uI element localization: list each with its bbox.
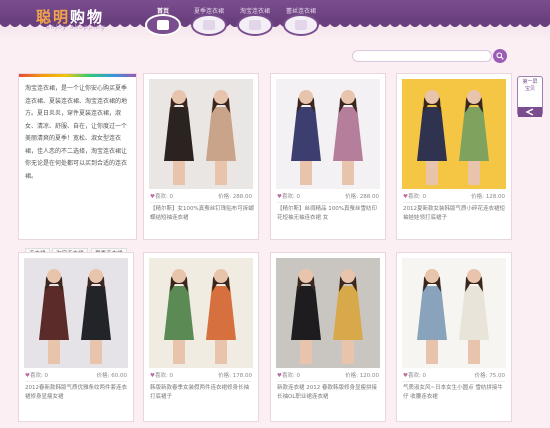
- shopping-bag-icon: [157, 20, 169, 30]
- back-to-top-label: 第一屏 宝贝: [522, 79, 538, 92]
- price-label: 价格: 128.00: [471, 194, 505, 200]
- divider: [277, 202, 379, 203]
- product-title[interactable]: 气质淑女风~日本女生小圆点 雪纺拼接牛仔 收腰连衣裙: [403, 384, 507, 402]
- model-photo: [164, 269, 236, 364]
- product-stats: ♥喜欢: 0 价格: 288.00: [277, 192, 379, 202]
- price-label: 价格: 75.00: [474, 373, 505, 379]
- divider: [277, 381, 379, 382]
- product-image[interactable]: [276, 79, 380, 189]
- price-label: 价格: 120.00: [345, 373, 379, 379]
- nav-item-taobao-dress[interactable]: 淘宝连衣裙: [235, 0, 275, 36]
- model-photo: [39, 269, 111, 364]
- product-title[interactable]: 2012夏新款女装韩版气质小碎花连衣裙短袖娃娃领打底裙子: [403, 205, 507, 223]
- product-card[interactable]: ♥喜欢: 0 价格: 178.00 韩版新款春季女装假两件连衣裙修身长袖打底裙子: [143, 252, 259, 422]
- product-card[interactable]: ♥喜欢: 0 价格: 120.00 新款连衣裙 2012 春款韩版修身显瘦拼接长…: [270, 252, 386, 422]
- divider: [403, 202, 505, 203]
- price-label: 价格: 178.00: [218, 373, 252, 379]
- product-card[interactable]: ♥喜欢: 0 价格: 288.00 【精尔斯】丝绸精品 100%真蚕丝雪纺印花短…: [270, 73, 386, 240]
- divider: [25, 381, 127, 382]
- likes-count[interactable]: ♥喜欢: 0: [150, 371, 173, 379]
- model-photo: [164, 90, 236, 185]
- intro-color-bar: [19, 74, 136, 77]
- price-label: 价格: 288.00: [345, 194, 379, 200]
- product-image[interactable]: [402, 79, 506, 189]
- likes-count[interactable]: ♥喜欢: 0: [277, 371, 300, 379]
- model-photo: [417, 90, 489, 185]
- divider: [150, 202, 252, 203]
- product-title[interactable]: 【精尔斯】女100%真蚕丝钉珠贴布可拆蝴蝶结短袖连衣裙: [150, 205, 254, 223]
- likes-count[interactable]: ♥喜欢: 0: [277, 192, 300, 200]
- likes-count[interactable]: ♥喜欢: 0: [403, 371, 426, 379]
- product-image[interactable]: [402, 258, 506, 368]
- product-image[interactable]: [276, 258, 380, 368]
- shopping-bag-icon: [249, 20, 261, 30]
- intro-box: 淘宝连衣裙，是一个让你安心购买夏季连衣裙、夏装连衣裙、淘宝连衣裙的地方。夏日炎炎…: [18, 73, 137, 260]
- product-image[interactable]: [24, 258, 128, 368]
- divider: [403, 381, 505, 382]
- search-input[interactable]: [352, 50, 492, 62]
- product-title[interactable]: 新款连衣裙 2012 春款韩版修身显瘦拼接长袖OL职业裙连衣裙: [277, 384, 381, 402]
- product-card[interactable]: ♥喜欢: 0 价格: 128.00 2012夏新款女装韩版气质小碎花连衣裙短袖娃…: [396, 73, 512, 240]
- product-stats: ♥喜欢: 0 价格: 128.00: [403, 192, 505, 202]
- nav-item-home[interactable]: 首页: [143, 0, 183, 36]
- product-stats: ♥喜欢: 0 价格: 60.00: [25, 371, 127, 381]
- likes-count[interactable]: ♥喜欢: 0: [25, 371, 48, 379]
- product-stats: ♥喜欢: 0 价格: 178.00: [150, 371, 252, 381]
- product-card[interactable]: ♥喜欢: 0 价格: 288.00 【精尔斯】女100%真蚕丝钉珠贴布可拆蝴蝶结…: [143, 73, 259, 240]
- shopping-bag-icon: [203, 20, 215, 30]
- shopping-bag-icon: [295, 20, 307, 30]
- model-photo: [291, 269, 363, 364]
- nav-item-summer-dress[interactable]: 夏季连衣裙: [189, 0, 229, 36]
- product-title[interactable]: 韩版新款春季女装假两件连衣裙修身长袖打底裙子: [150, 384, 254, 402]
- product-title[interactable]: 【精尔斯】丝绸精品 100%真蚕丝雪纺印花短袖无袖连衣裙 女: [277, 205, 381, 223]
- nav-circle: [283, 14, 319, 36]
- product-card[interactable]: ♥喜欢: 0 价格: 75.00 气质淑女风~日本女生小圆点 雪纺拼接牛仔 收腰…: [396, 252, 512, 422]
- nav-circle: [145, 14, 181, 36]
- intro-text: 淘宝连衣裙，是一个让你安心购买夏季连衣裙、夏装连衣裙、淘宝连衣裙的地方。夏日炎炎…: [25, 85, 128, 180]
- product-stats: ♥喜欢: 0 价格: 120.00: [277, 371, 379, 381]
- price-label: 价格: 60.00: [96, 373, 127, 379]
- back-to-top-button[interactable]: 第一屏 宝贝: [517, 76, 543, 117]
- arrow-left-icon: [518, 107, 542, 117]
- logo-subtitle: enjoy shopping: [46, 24, 106, 31]
- search-icon: [496, 52, 504, 60]
- product-stats: ♥喜欢: 0 价格: 75.00: [403, 371, 505, 381]
- header: 聪明购物 enjoy shopping 首页 夏季连衣裙 淘宝连衣裙 蕾丝连衣裙: [0, 0, 550, 40]
- price-label: 价格: 288.00: [218, 194, 252, 200]
- product-stats: ♥喜欢: 0 价格: 288.00: [150, 192, 252, 202]
- search-button[interactable]: [493, 49, 507, 63]
- model-photo: [291, 90, 363, 185]
- product-image[interactable]: [149, 258, 253, 368]
- nav-circle: [191, 14, 227, 36]
- product-title[interactable]: 2012春新款韩版气质优雅条纹两件套连衣裙修身显瘦女裙: [25, 384, 129, 402]
- likes-count[interactable]: ♥喜欢: 0: [403, 192, 426, 200]
- product-card[interactable]: ♥喜欢: 0 价格: 60.00 2012春新款韩版气质优雅条纹两件套连衣裙修身…: [18, 252, 134, 422]
- divider: [150, 381, 252, 382]
- product-image[interactable]: [149, 79, 253, 189]
- nav-item-lace-dress[interactable]: 蕾丝连衣裙: [281, 0, 321, 36]
- likes-count[interactable]: ♥喜欢: 0: [150, 192, 173, 200]
- nav-circle: [237, 14, 273, 36]
- model-photo: [417, 269, 489, 364]
